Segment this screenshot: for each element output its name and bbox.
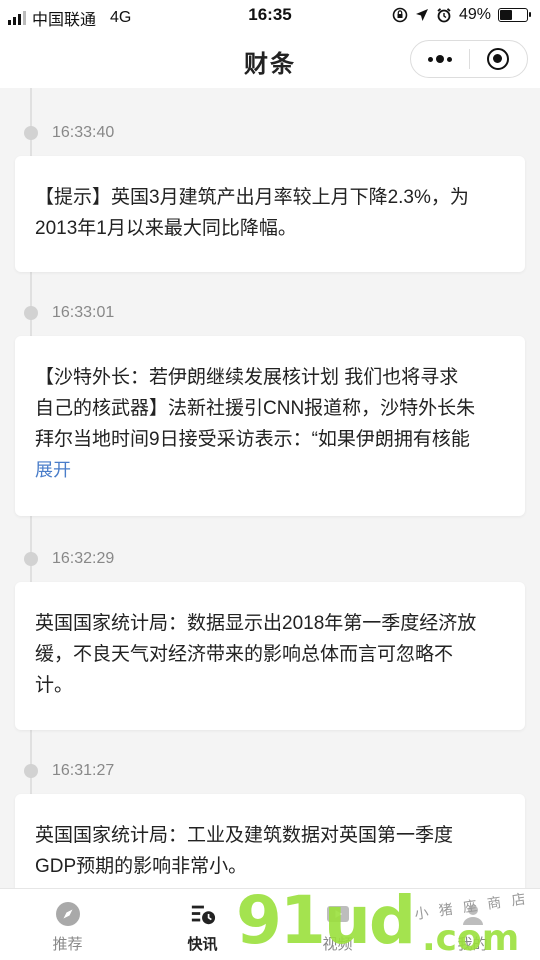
news-card[interactable]: 【沙特外长：若伊朗继续发展核计划 我们也将寻求 自己的核武器】法新社援引CNN报…	[15, 336, 525, 516]
battery-icon	[498, 8, 531, 22]
more-button[interactable]	[411, 41, 469, 77]
news-card[interactable]: 【提示】英国3月建筑产出月率较上月下降2.3%，为 2013年1月以来最大同比降…	[15, 156, 525, 272]
card-line: 英国国家统计局：数据显示出2018年第一季度经济放	[35, 613, 477, 634]
entry-time: 16:33:01	[52, 304, 115, 321]
timeline-dot	[24, 552, 38, 566]
entry-time: 16:31:27	[52, 762, 115, 779]
status-bar: 中国联通 4G 16:35 49%	[0, 0, 540, 30]
tab-label: 快讯	[187, 936, 218, 953]
card-line: 计。	[35, 675, 74, 696]
tab-video[interactable]: 视频	[270, 889, 405, 960]
tab-label: 我的	[457, 936, 488, 953]
tab-flash-news[interactable]: 快讯	[135, 889, 270, 960]
entry-time: 16:32:29	[52, 550, 115, 567]
location-arrow-icon	[415, 9, 428, 21]
news-card[interactable]: 英国国家统计局：工业及建筑数据对英国第一季度 GDP预期的影响非常小。	[15, 794, 525, 888]
timeline-dot	[24, 764, 38, 778]
card-line: 【沙特外长：若伊朗继续发展核计划 我们也将寻求	[35, 367, 459, 388]
tab-label: 视频	[322, 936, 353, 953]
tab-recommend[interactable]: 推荐	[0, 889, 135, 960]
tab-mine[interactable]: 我的	[405, 889, 540, 960]
close-miniprogram-button[interactable]	[470, 41, 528, 77]
card-line: 缓，不良天气对经济带来的影响总体而言可忽略不	[35, 644, 454, 665]
entry-time: 16:33:40	[52, 124, 115, 141]
video-icon	[325, 901, 351, 927]
card-line: 英国国家统计局：工业及建筑数据对英国第一季度	[35, 825, 454, 846]
tab-label: 推荐	[52, 936, 83, 953]
nav-bar: 财条	[0, 30, 540, 88]
user-icon	[460, 901, 486, 927]
compass-icon	[55, 901, 81, 927]
battery-percent: 49%	[458, 6, 491, 23]
card-line: 拜尔当地时间9日接受采访表示：“如果伊朗拥有核能	[35, 429, 470, 450]
tab-bar: 推荐 快讯 视频 我的	[0, 888, 540, 960]
timeline-dot	[24, 306, 38, 320]
news-card[interactable]: 英国国家统计局：数据显示出2018年第一季度经济放 缓，不良天气对经济带来的影响…	[15, 582, 525, 730]
battery-fill	[500, 10, 512, 20]
target-circle-icon	[487, 48, 510, 70]
alarm-icon	[437, 8, 451, 23]
news-clock-icon	[190, 901, 216, 927]
news-feed[interactable]: 16:33:40 【提示】英国3月建筑产出月率较上月下降2.3%，为 2013年…	[0, 88, 540, 888]
expand-link[interactable]: 展开	[35, 455, 505, 486]
timeline-dot	[24, 126, 38, 140]
status-right: 49%	[392, 6, 531, 24]
card-line: 2013年1月以来最大同比降幅。	[35, 218, 297, 239]
more-dots-icon	[427, 55, 452, 63]
miniprogram-capsule	[410, 40, 528, 78]
card-line: 【提示】英国3月建筑产出月率较上月下降2.3%，为	[35, 187, 469, 208]
rotation-lock-icon	[392, 7, 408, 23]
card-line: 自己的核武器】法新社援引CNN报道称，沙特外长朱	[35, 398, 476, 419]
card-line: GDP预期的影响非常小。	[35, 856, 248, 877]
